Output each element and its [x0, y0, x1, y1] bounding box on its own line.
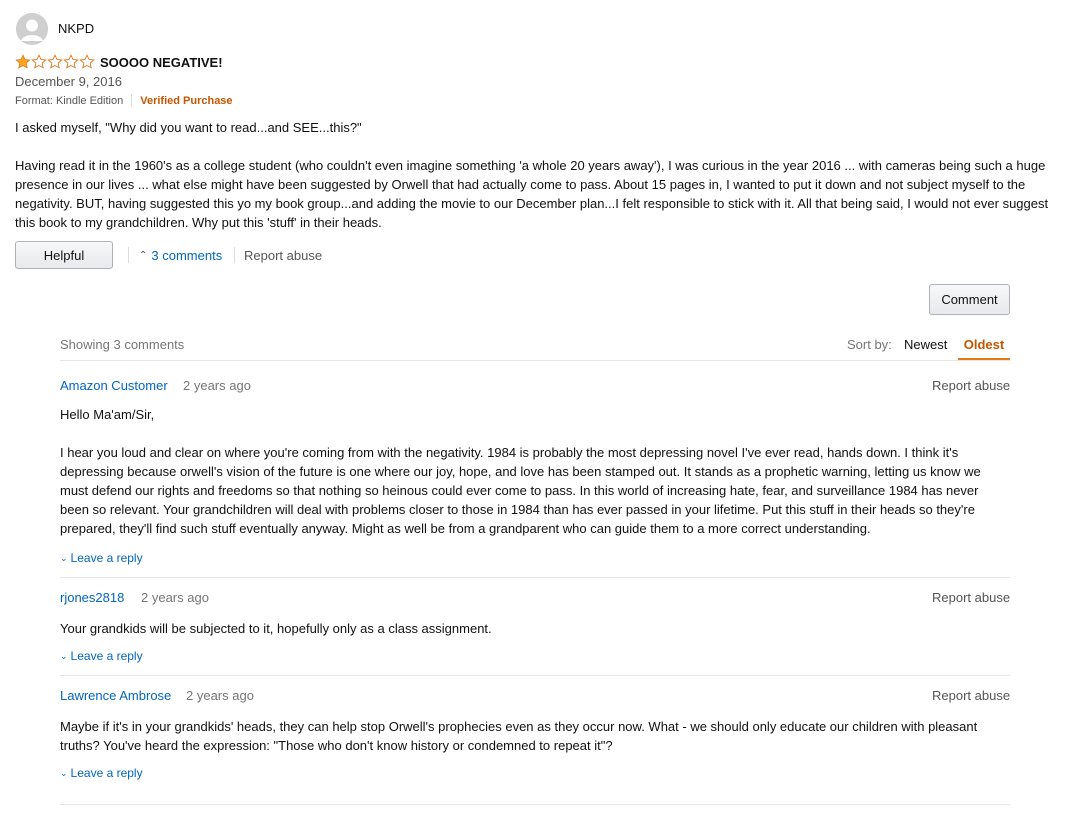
showing-comments-count: Showing 3 comments: [60, 337, 185, 352]
divider: [60, 360, 1010, 361]
comment-report-abuse-link[interactable]: Report abuse: [932, 378, 1010, 393]
leave-reply-link[interactable]: ⌄ Leave a reply: [60, 551, 143, 565]
leave-reply-link[interactable]: ⌄ Leave a reply: [60, 766, 143, 780]
divider: [60, 804, 1010, 805]
divider: [60, 577, 1010, 578]
chevron-down-icon: ⌄: [60, 650, 68, 661]
verified-purchase-badge: Verified Purchase: [140, 94, 233, 107]
review-title[interactable]: SOOOO NEGATIVE!: [100, 55, 223, 70]
sort-oldest-tab[interactable]: Oldest: [958, 337, 1010, 352]
star-filled-icon: [15, 54, 31, 69]
star-rating[interactable]: [15, 54, 95, 70]
sort-by-label: Sort by:: [847, 337, 892, 352]
chevron-down-icon: ⌄: [60, 767, 68, 778]
star-empty-icon: [31, 54, 47, 69]
comment-author[interactable]: rjones2818: [60, 590, 124, 605]
helpful-button[interactable]: Helpful: [15, 241, 113, 269]
sort-newest-tab[interactable]: Newest: [904, 337, 947, 352]
divider: [131, 94, 133, 107]
comment-button[interactable]: Comment: [929, 284, 1010, 315]
divider: [234, 247, 235, 263]
comment-body: Hello Ma'am/Sir, I hear you loud and cle…: [60, 405, 1010, 538]
comment-paragraph: Your grandkids will be subjected to it, …: [60, 621, 492, 636]
comments-toggle-link[interactable]: ⌃ 3 comments: [139, 248, 222, 263]
comment-paragraph: I hear you loud and clear on where you'r…: [60, 445, 981, 536]
reviewer-avatar-icon[interactable]: [16, 13, 48, 45]
review-paragraph: I asked myself, "Why did you want to rea…: [15, 120, 362, 135]
comment-timestamp: 2 years ago: [183, 378, 251, 393]
star-empty-icon: [63, 54, 79, 69]
comment-paragraph: Hello Ma'am/Sir,: [60, 407, 155, 422]
report-abuse-link[interactable]: Report abuse: [244, 248, 322, 263]
chevron-down-icon: ⌄: [60, 552, 68, 563]
review-date: December 9, 2016: [15, 74, 122, 89]
comment-timestamp: 2 years ago: [186, 688, 254, 703]
comment-author[interactable]: Amazon Customer: [60, 378, 168, 393]
chevron-up-icon: ⌃: [139, 250, 148, 261]
comment-timestamp: 2 years ago: [141, 590, 209, 605]
comment-report-abuse-link[interactable]: Report abuse: [932, 688, 1010, 703]
comments-count: 3 comments: [151, 248, 223, 263]
leave-reply-label: Leave a reply: [70, 551, 143, 565]
divider: [60, 675, 1010, 676]
leave-reply-label: Leave a reply: [70, 649, 143, 663]
comment-paragraph: Maybe if it's in your grandkids' heads, …: [60, 719, 978, 753]
review-paragraph: Having read it in the 1960's as a colleg…: [15, 158, 1049, 230]
comment-body: Your grandkids will be subjected to it, …: [60, 619, 1010, 638]
review-body: I asked myself, "Why did you want to rea…: [15, 118, 1055, 232]
star-empty-icon: [79, 54, 95, 69]
star-empty-icon: [47, 54, 63, 69]
format-line: Format: Kindle Edition Verified Purchase: [15, 94, 233, 107]
leave-reply-link[interactable]: ⌄ Leave a reply: [60, 649, 143, 663]
divider: [128, 247, 129, 263]
format-label: Format: Kindle Edition: [15, 94, 124, 107]
comment-report-abuse-link[interactable]: Report abuse: [932, 590, 1010, 605]
comment-body: Maybe if it's in your grandkids' heads, …: [60, 717, 1010, 755]
comment-author[interactable]: Lawrence Ambrose: [60, 688, 171, 703]
leave-reply-label: Leave a reply: [70, 766, 143, 780]
reviewer-name[interactable]: NKPD: [58, 21, 94, 36]
